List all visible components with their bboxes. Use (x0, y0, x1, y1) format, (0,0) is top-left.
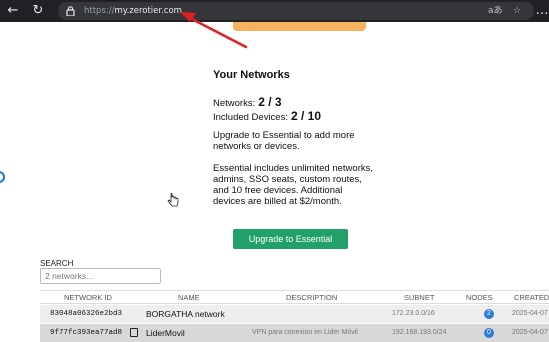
upgrade-essential-button[interactable]: Upgrade to Essential (233, 229, 348, 249)
network-created: 2025-04-07 (512, 329, 548, 336)
copy-icon[interactable] (130, 328, 138, 337)
reload-icon[interactable]: ↻ (30, 3, 46, 19)
table-row[interactable]: 83048a06326e2bd3 BORGATHA network 172.23… (40, 305, 549, 323)
top-orange-button[interactable] (233, 22, 366, 31)
networks-title: Your Networks (213, 69, 290, 81)
network-name[interactable]: LiderMovil (146, 328, 185, 338)
network-name[interactable]: BORGATHA network (146, 309, 225, 319)
table-row[interactable]: 9f77fc393ea77ad8 LiderMovil VPN para con… (40, 324, 549, 342)
devices-count-row: Included Devices: 2 / 10 (213, 109, 321, 123)
header-network-id[interactable]: NETWORK ID (64, 293, 112, 302)
network-subnet: 192.168.193.0/24 (392, 329, 447, 336)
back-icon[interactable]: ← (5, 3, 21, 19)
networks-count-row: Networks: 2 / 3 (213, 95, 282, 109)
header-description[interactable]: DESCRIPTION (286, 293, 337, 302)
header-subnet[interactable]: SUBNET (404, 293, 434, 302)
network-created: 2025-04-07 (512, 310, 548, 317)
search-input[interactable] (40, 268, 161, 284)
devices-value: 2 / 10 (290, 109, 322, 123)
address-bar[interactable]: https://my.zerotier.com aあ ☆ (58, 2, 534, 20)
network-id[interactable]: 83048a06326e2bd3 (50, 310, 122, 318)
search-label: SEARCH (40, 259, 74, 268)
nodes-badge: 0 (484, 328, 494, 338)
more-icon[interactable]: … (534, 3, 549, 19)
hand-cursor-icon (167, 193, 179, 207)
read-aloud-icon[interactable]: aあ (488, 4, 503, 18)
header-nodes[interactable]: NODES (466, 293, 493, 302)
network-description: VPN para conexion en Lider Móvil (252, 329, 358, 336)
browser-toolbar: ← ↻ https://my.zerotier.com aあ ☆ … (0, 0, 549, 22)
networks-value: 2 / 3 (258, 95, 282, 109)
upgrade-info-text: Upgrade to Essential to add more network… (213, 130, 355, 152)
networks-label: Networks: (213, 98, 256, 109)
table-header: NETWORK ID NAME DESCRIPTION SUBNET NODES… (40, 290, 549, 304)
devices-label: Included Devices: (213, 112, 288, 123)
lock-icon (66, 6, 75, 16)
url-text: https://my.zerotier.com (84, 6, 182, 16)
star-icon[interactable]: ☆ (513, 4, 521, 18)
network-id[interactable]: 9f77fc393ea77ad8 (50, 329, 122, 337)
networks-table: NETWORK ID NAME DESCRIPTION SUBNET NODES… (40, 290, 549, 342)
network-subnet: 172.23.0.0/16 (392, 310, 435, 317)
header-created[interactable]: CREATED (514, 293, 549, 302)
header-name[interactable]: NAME (178, 293, 200, 302)
nodes-badge: 2 (484, 309, 494, 319)
side-circle-icon[interactable] (0, 171, 5, 183)
essential-info-text: Essential includes unlimited networks, a… (213, 163, 373, 207)
